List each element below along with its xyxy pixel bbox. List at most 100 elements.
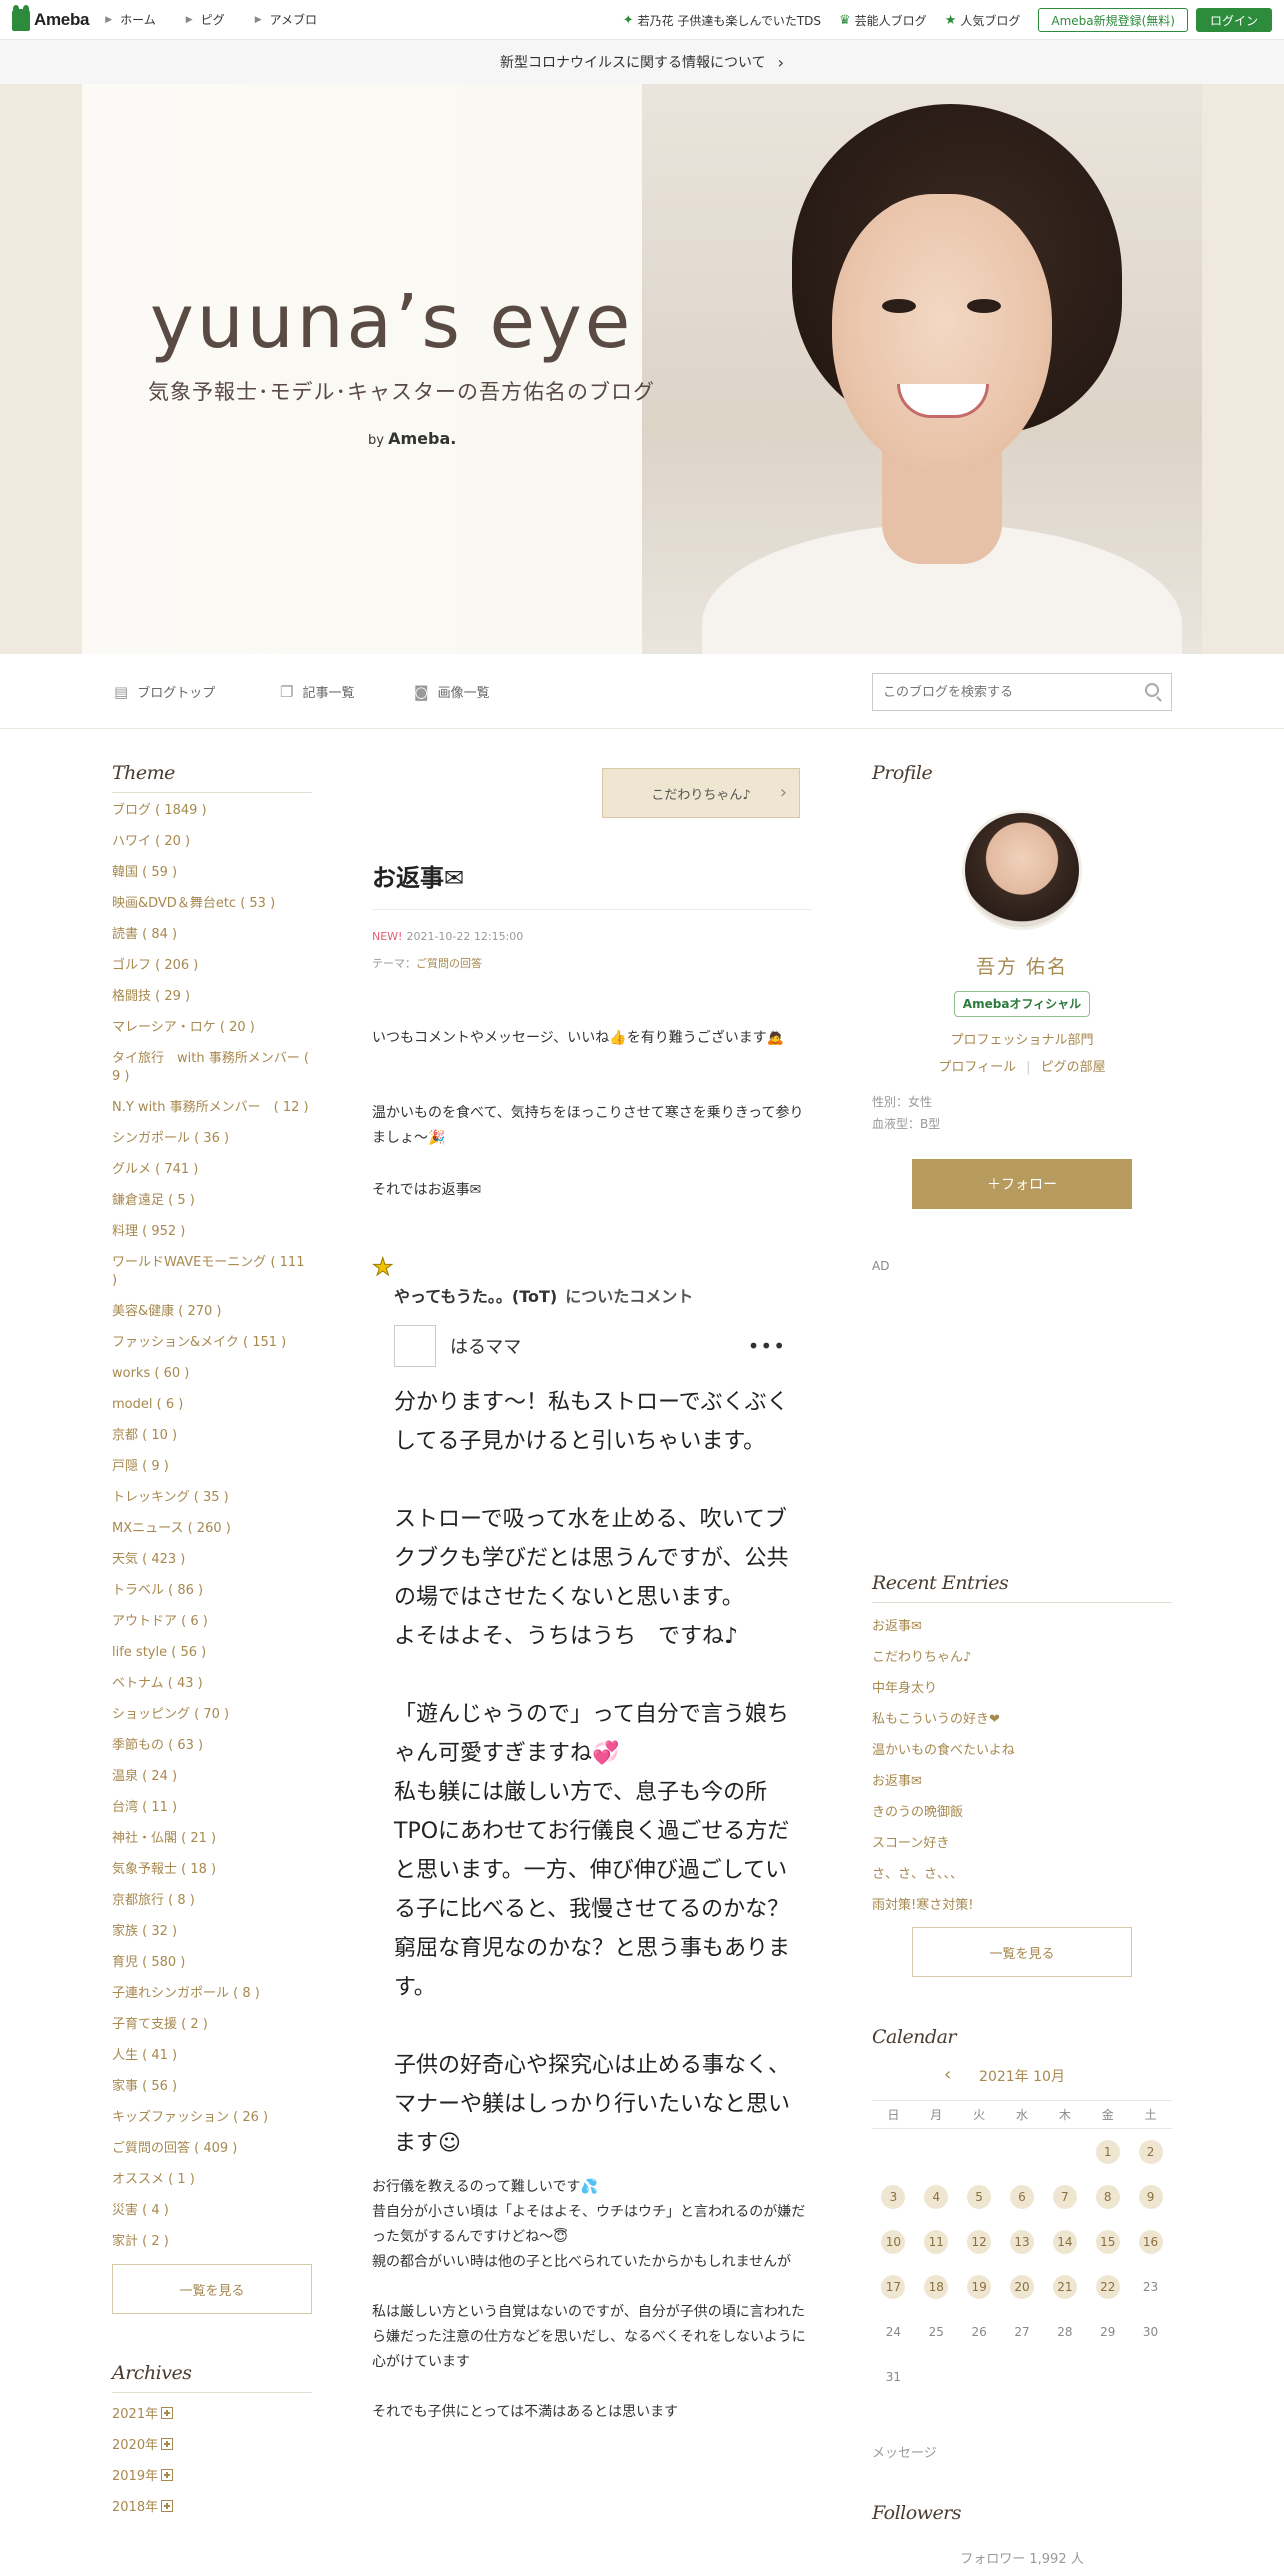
follow-button[interactable]: ＋フォロー	[912, 1159, 1132, 1209]
calendar-day[interactable]: 22	[1086, 2264, 1129, 2309]
profile-avatar[interactable]	[962, 810, 1082, 930]
profile-link[interactable]: プロフィール	[938, 1060, 1016, 1075]
recent-entry-item[interactable]: さ、さ、さ、、、	[872, 1863, 1172, 1882]
trend-link[interactable]: ✦ 若乃花 子供達も楽しんでいたTDS	[623, 12, 821, 29]
blog-header-image[interactable]: yuuna’s eye 気象予報士･モデル･キャスターの吾方佑名のブログ by …	[82, 84, 1202, 654]
recent-entry-item[interactable]: きのうの晩御飯	[872, 1801, 1172, 1820]
calendar-day[interactable]: 16	[1129, 2219, 1172, 2264]
profile-name[interactable]: 吾方 佑名	[872, 952, 1172, 979]
theme-item[interactable]: 家計 ( 2 )	[112, 2233, 312, 2251]
theme-item[interactable]: 育児 ( 580 )	[112, 1954, 312, 1972]
theme-item[interactable]: ファッション&メイク ( 151 )	[112, 1334, 312, 1352]
nav-image-list[interactable]: ◙ 画像一覧	[414, 682, 490, 702]
popular-blog-link[interactable]: ★ 人気ブログ	[945, 12, 1021, 29]
calendar-day[interactable]: 21	[1043, 2264, 1086, 2309]
calendar-day[interactable]: 18	[915, 2264, 958, 2309]
celebrity-blog-link[interactable]: ♛ 芸能人ブログ	[839, 12, 927, 29]
theme-item[interactable]: アウトドア ( 6 )	[112, 1613, 312, 1631]
pigg-room-link[interactable]: ピグの部屋	[1041, 1060, 1106, 1075]
theme-item[interactable]: 戸隠 ( 9 )	[112, 1458, 312, 1476]
theme-item[interactable]: オススメ ( 1 )	[112, 2171, 312, 2189]
theme-more-button[interactable]: 一覧を見る	[112, 2264, 312, 2314]
nav-pigg[interactable]: ▶ ピグ	[186, 11, 225, 28]
theme-item[interactable]: 季節もの ( 63 )	[112, 1737, 312, 1755]
ameba-logo[interactable]: Ameba	[12, 0, 89, 40]
covid-notice[interactable]: 新型コロナウイルスに関する情報について ›	[0, 40, 1284, 84]
calendar-day[interactable]: 8	[1086, 2174, 1129, 2219]
theme-item[interactable]: 韓国 ( 59 )	[112, 864, 312, 882]
calendar-day[interactable]: 14	[1043, 2219, 1086, 2264]
register-button[interactable]: Ameba新規登録(無料)	[1038, 8, 1188, 32]
calendar-day[interactable]: 12	[958, 2219, 1001, 2264]
theme-item[interactable]: 格闘技 ( 29 )	[112, 988, 312, 1006]
theme-item[interactable]: model ( 6 )	[112, 1396, 312, 1414]
theme-item[interactable]: 読書 ( 84 )	[112, 926, 312, 944]
theme-item[interactable]: キッズファッション ( 26 )	[112, 2109, 312, 2127]
archive-item[interactable]: 2021年	[112, 2403, 312, 2422]
theme-item[interactable]: works ( 60 )	[112, 1365, 312, 1383]
nav-ameblo[interactable]: ▶ アメブロ	[255, 11, 317, 28]
recent-more-button[interactable]: 一覧を見る	[912, 1927, 1132, 1977]
theme-item[interactable]: シンガポール ( 36 )	[112, 1130, 312, 1148]
theme-item[interactable]: トレッキング ( 35 )	[112, 1489, 312, 1507]
profile-category[interactable]: プロフェッショナル部門	[872, 1029, 1172, 1048]
calendar-day[interactable]: 20	[1001, 2264, 1044, 2309]
theme-item[interactable]: ショッピング ( 70 )	[112, 1706, 312, 1724]
theme-item[interactable]: 鎌倉遠足 ( 5 )	[112, 1192, 312, 1210]
message-link[interactable]: メッセージ	[872, 2442, 937, 2461]
calendar-day[interactable]: 6	[1001, 2174, 1044, 2219]
recent-entry-item[interactable]: 雨対策!寒さ対策!	[872, 1894, 1172, 1913]
calendar-day[interactable]: 17	[872, 2264, 915, 2309]
theme-item[interactable]: 京都 ( 10 )	[112, 1427, 312, 1445]
theme-item[interactable]: MXニュース ( 260 )	[112, 1520, 312, 1538]
expand-icon[interactable]	[161, 2499, 174, 2512]
theme-item[interactable]: ブログ ( 1849 )	[112, 802, 312, 820]
theme-item[interactable]: 天気 ( 423 )	[112, 1551, 312, 1569]
calendar-day[interactable]: 4	[915, 2174, 958, 2219]
recent-entry-item[interactable]: 中年身太り	[872, 1677, 1172, 1696]
theme-item[interactable]: ご質問の回答 ( 409 )	[112, 2140, 312, 2158]
nav-entry-list[interactable]: ❐ 記事一覧	[280, 682, 354, 702]
theme-item[interactable]: life style ( 56 )	[112, 1644, 312, 1662]
calendar-day[interactable]: 7	[1043, 2174, 1086, 2219]
recent-entry-item[interactable]: お返事✉	[872, 1770, 1172, 1789]
calendar-day[interactable]: 3	[872, 2174, 915, 2219]
comment-source-entry[interactable]: やってもうた。。(ToT)	[394, 1287, 557, 1306]
nav-blog-top[interactable]: ▤ ブログトップ	[114, 682, 215, 702]
recent-entry-item[interactable]: こだわりちゃん♪	[872, 1646, 1172, 1665]
theme-item[interactable]: 家事 ( 56 )	[112, 2078, 312, 2096]
theme-item[interactable]: トラベル ( 86 )	[112, 1582, 312, 1600]
prev-entry-button[interactable]: こだわりちゃん♪ ›	[602, 768, 800, 818]
archive-item[interactable]: 2020年	[112, 2434, 312, 2453]
theme-item[interactable]: 京都旅行 ( 8 )	[112, 1892, 312, 1910]
recent-entry-item[interactable]: 私もこういうの好き❤	[872, 1708, 1172, 1727]
recent-entry-item[interactable]: 温かいもの食べたいよね	[872, 1739, 1172, 1758]
theme-item[interactable]: 子育て支援 ( 2 )	[112, 2016, 312, 2034]
theme-item[interactable]: ハワイ ( 20 )	[112, 833, 312, 851]
theme-item[interactable]: 映画&DVD＆舞台etc ( 53 )	[112, 895, 312, 913]
calendar-day[interactable]: 5	[958, 2174, 1001, 2219]
followers-count[interactable]: フォロワー 1,992 人	[872, 2548, 1172, 2567]
commenter-avatar[interactable]	[394, 1325, 436, 1367]
search-icon[interactable]	[1145, 683, 1159, 697]
chevron-left-icon[interactable]: ‹	[944, 2064, 951, 2085]
theme-item[interactable]: 台湾 ( 11 )	[112, 1799, 312, 1817]
nav-home[interactable]: ▶ ホーム	[105, 11, 156, 28]
theme-item[interactable]: 温泉 ( 24 )	[112, 1768, 312, 1786]
calendar-day[interactable]: 11	[915, 2219, 958, 2264]
search-input[interactable]	[883, 684, 1133, 700]
recent-entry-item[interactable]: お返事✉	[872, 1615, 1172, 1634]
recent-entry-item[interactable]: スコーン好き	[872, 1832, 1172, 1851]
theme-item[interactable]: 人生 ( 41 )	[112, 2047, 312, 2065]
theme-item[interactable]: 災害 ( 4 )	[112, 2202, 312, 2220]
theme-item[interactable]: 家族 ( 32 )	[112, 1923, 312, 1941]
calendar-day[interactable]: 10	[872, 2219, 915, 2264]
login-button[interactable]: ログイン	[1195, 8, 1272, 32]
entry-theme-link[interactable]: ご質問の回答	[416, 957, 482, 970]
theme-item[interactable]: 神社・仏閣 ( 21 )	[112, 1830, 312, 1848]
expand-icon[interactable]	[161, 2406, 174, 2419]
theme-item[interactable]: 子連れシンガポール ( 8 )	[112, 1985, 312, 2003]
expand-icon[interactable]	[161, 2437, 174, 2450]
calendar-day[interactable]: 1	[1086, 2129, 1129, 2174]
calendar-day[interactable]: 2	[1129, 2129, 1172, 2174]
